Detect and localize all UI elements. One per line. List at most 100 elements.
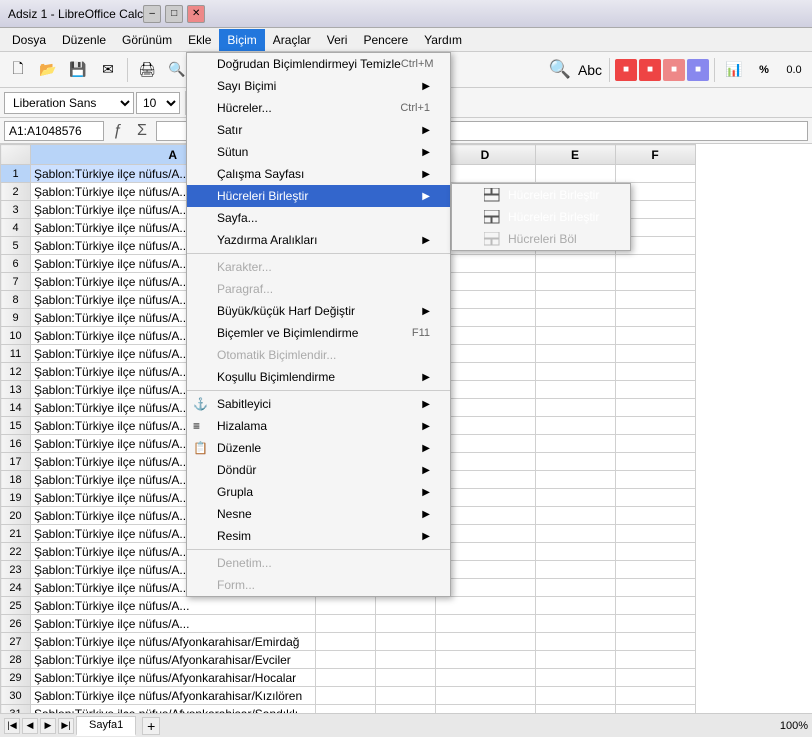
sheet-nav-prev[interactable]: ◀ [22, 718, 38, 734]
cell-f-1[interactable] [615, 165, 695, 183]
cell-e-24[interactable] [535, 579, 615, 597]
cell-e-11[interactable] [535, 345, 615, 363]
row-header-20[interactable]: 20 [1, 507, 31, 525]
row-header-31[interactable]: 31 [1, 705, 31, 714]
cell-d-26[interactable] [435, 615, 535, 633]
row-header-11[interactable]: 11 [1, 345, 31, 363]
sum-button[interactable]: Σ [132, 121, 152, 141]
menu-bicemler[interactable]: Biçemler ve Biçimlendirme F11 [187, 322, 450, 344]
percent-button[interactable]: % [750, 56, 778, 84]
row-header-3[interactable]: 3 [1, 201, 31, 219]
row-header-30[interactable]: 30 [1, 687, 31, 705]
menu-bicim[interactable]: Biçim [219, 29, 264, 51]
cell-c-31[interactable] [375, 705, 435, 714]
sheet-nav-last[interactable]: ▶| [58, 718, 74, 734]
cell-f-6[interactable] [615, 255, 695, 273]
menu-form[interactable]: Form... [187, 574, 450, 596]
menu-hucreler-birlestir[interactable]: Hücreleri Birleştir ▶ Hücreleri Birleşti… [187, 185, 450, 207]
sheet-nav-next[interactable]: ▶ [40, 718, 56, 734]
row-header-2[interactable]: 2 [1, 183, 31, 201]
cell-c-27[interactable] [375, 633, 435, 651]
menu-karakter[interactable]: Karakter... [187, 256, 450, 278]
cell-f-25[interactable] [615, 597, 695, 615]
cell-f-24[interactable] [615, 579, 695, 597]
menu-buyuk-kucuk[interactable]: Büyük/küçük Harf Değiştir ▶ [187, 300, 450, 322]
menu-duzenle[interactable]: 📋 Düzenle ▶ [187, 437, 450, 459]
cell-f-18[interactable] [615, 471, 695, 489]
menu-nesne[interactable]: Nesne ▶ [187, 503, 450, 525]
cell-f-26[interactable] [615, 615, 695, 633]
cell-f-17[interactable] [615, 453, 695, 471]
font-size-select[interactable]: 10 [136, 92, 180, 114]
cell-f-9[interactable] [615, 309, 695, 327]
color4-button[interactable]: ■ [687, 59, 709, 81]
function-wizard-button[interactable]: ƒ [108, 121, 128, 141]
row-header-16[interactable]: 16 [1, 435, 31, 453]
row-header-26[interactable]: 26 [1, 615, 31, 633]
menu-hucreler[interactable]: Hücreler... Ctrl+1 [187, 97, 450, 119]
row-header-29[interactable]: 29 [1, 669, 31, 687]
row-header-5[interactable]: 5 [1, 237, 31, 255]
row-header-22[interactable]: 22 [1, 543, 31, 561]
cell-e-18[interactable] [535, 471, 615, 489]
cell-f-21[interactable] [615, 525, 695, 543]
menu-dosya[interactable]: Dosya [4, 29, 54, 51]
submenu-birlestir-1[interactable]: Hücreleri Birleştir [452, 184, 630, 206]
cell-ref-input[interactable] [4, 121, 104, 141]
cell-e-23[interactable] [535, 561, 615, 579]
row-header-24[interactable]: 24 [1, 579, 31, 597]
cell-f-27[interactable] [615, 633, 695, 651]
cell-f-20[interactable] [615, 507, 695, 525]
cell-e-22[interactable] [535, 543, 615, 561]
cell-b-27[interactable] [315, 633, 375, 651]
close-button[interactable]: ✕ [187, 5, 205, 23]
cell-a-27[interactable]: Şablon:Türkiye ilçe nüfus/Afyonkarahisar… [31, 633, 316, 651]
cell-f-7[interactable] [615, 273, 695, 291]
menu-yardim[interactable]: Yardım [416, 29, 470, 51]
cell-f-31[interactable] [615, 705, 695, 714]
row-header-25[interactable]: 25 [1, 597, 31, 615]
insert-chart-button[interactable]: 📊 [720, 56, 748, 84]
cell-d-28[interactable] [435, 651, 535, 669]
cell-f-29[interactable] [615, 669, 695, 687]
cell-f-19[interactable] [615, 489, 695, 507]
cell-c-28[interactable] [375, 651, 435, 669]
cell-e-28[interactable] [535, 651, 615, 669]
row-header-1[interactable]: 1 [1, 165, 31, 183]
cell-e-9[interactable] [535, 309, 615, 327]
cell-f-16[interactable] [615, 435, 695, 453]
menu-denetim[interactable]: Denetim... [187, 552, 450, 574]
cell-e-27[interactable] [535, 633, 615, 651]
cell-b-29[interactable] [315, 669, 375, 687]
menu-sabitleyici[interactable]: ⚓ Sabitleyici ▶ [187, 393, 450, 415]
cell-e-29[interactable] [535, 669, 615, 687]
cell-c-30[interactable] [375, 687, 435, 705]
cell-e-19[interactable] [535, 489, 615, 507]
hyperlink-button[interactable]: Abc [576, 56, 604, 84]
find-button[interactable]: 🔍 [546, 56, 574, 84]
row-header-14[interactable]: 14 [1, 399, 31, 417]
email-button[interactable]: ✉ [94, 56, 122, 84]
row-header-9[interactable]: 9 [1, 309, 31, 327]
cell-f-8[interactable] [615, 291, 695, 309]
sheet-tab-1[interactable]: Sayfa1 [76, 716, 136, 736]
row-header-6[interactable]: 6 [1, 255, 31, 273]
row-header-18[interactable]: 18 [1, 471, 31, 489]
cell-f-14[interactable] [615, 399, 695, 417]
print-button[interactable]: 🖨 [133, 56, 161, 84]
font-select[interactable]: Liberation Sans [4, 92, 134, 114]
menu-resim[interactable]: Resim ▶ [187, 525, 450, 547]
menu-grupla[interactable]: Grupla ▶ [187, 481, 450, 503]
cell-e-8[interactable] [535, 291, 615, 309]
cell-f-11[interactable] [615, 345, 695, 363]
number-button[interactable]: 0.0 [780, 56, 808, 84]
cell-b-26[interactable] [315, 615, 375, 633]
row-header-28[interactable]: 28 [1, 651, 31, 669]
menu-temizle[interactable]: Doğrudan Biçimlendirmeyi Temizle Ctrl+M [187, 53, 450, 75]
maximize-button[interactable]: □ [165, 5, 183, 23]
cell-e-21[interactable] [535, 525, 615, 543]
menu-duzenle[interactable]: Düzenle [54, 29, 114, 51]
cell-d-31[interactable] [435, 705, 535, 714]
cell-f-22[interactable] [615, 543, 695, 561]
cell-e-31[interactable] [535, 705, 615, 714]
